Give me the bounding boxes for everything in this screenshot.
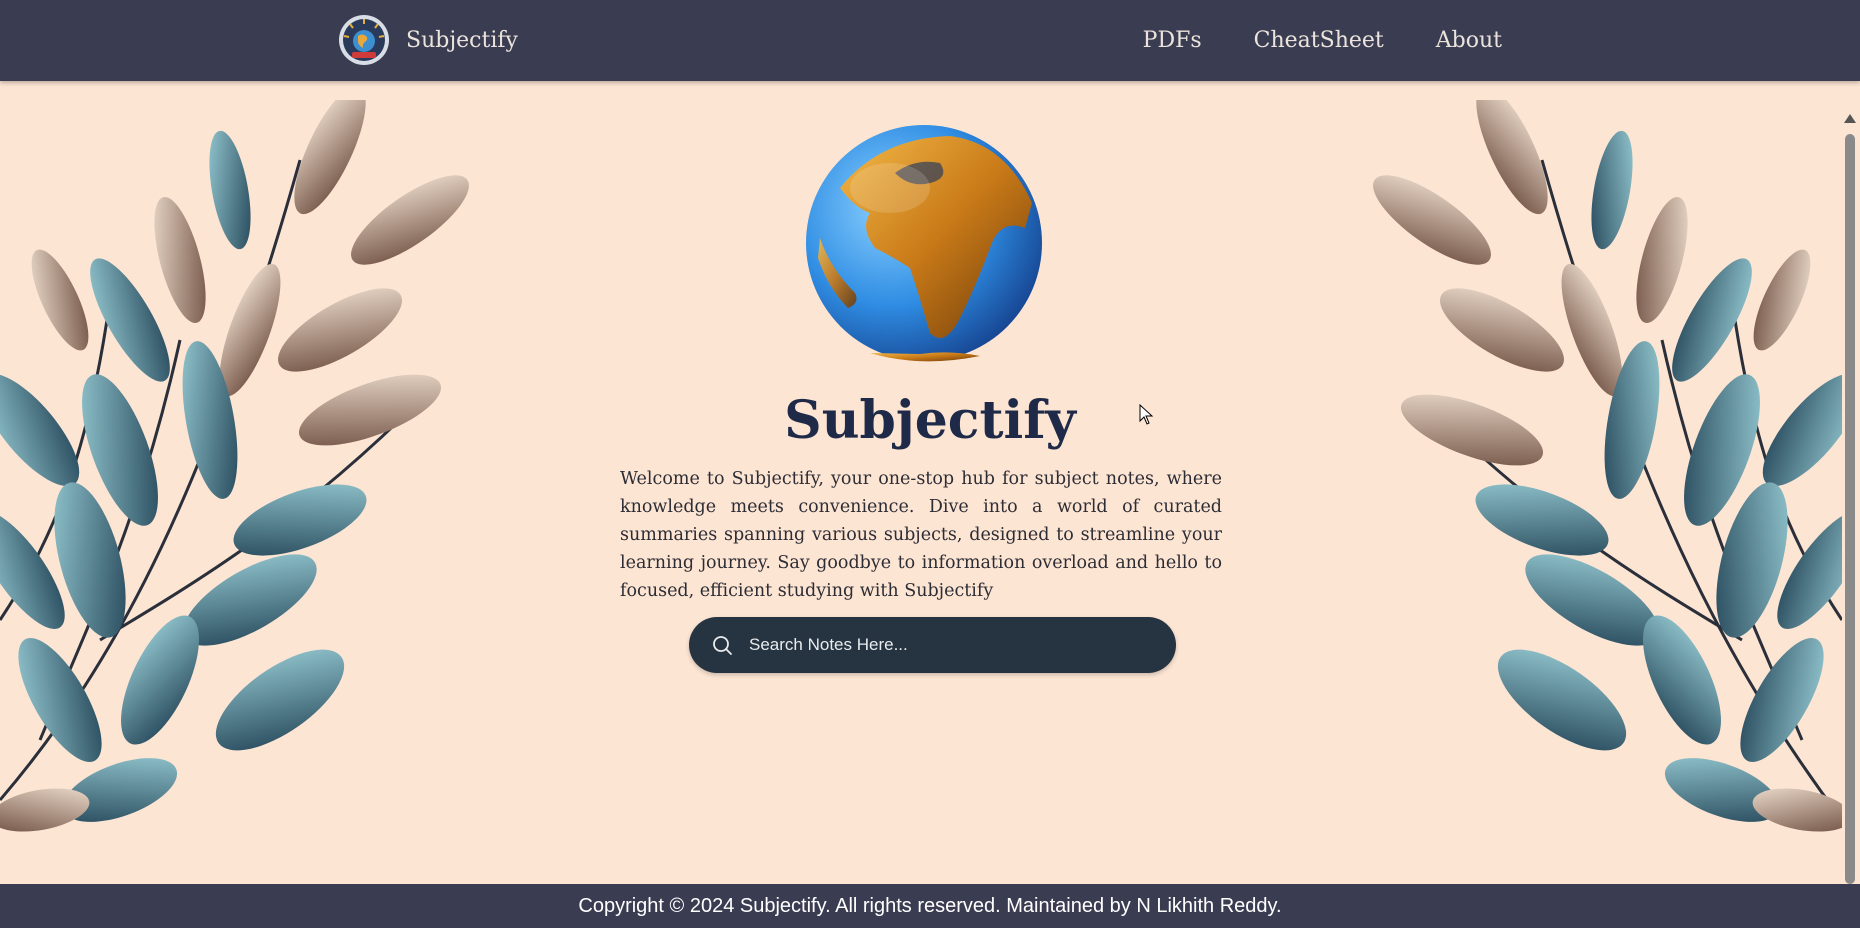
mouse-pointer-icon — [1139, 403, 1155, 426]
search-icon[interactable] — [711, 633, 735, 657]
footer: Copyright © 2024 Subjectify. All rights … — [0, 884, 1860, 928]
search-bar — [689, 617, 1176, 673]
brand-home-link[interactable]: Subjectify — [338, 14, 518, 66]
hero-description: Welcome to Subjectify, your one-stop hub… — [620, 469, 1222, 601]
nav-link-cheatsheet[interactable]: CheatSheet — [1254, 28, 1384, 53]
globe-logo-icon — [338, 14, 390, 66]
nav-link-about[interactable]: About — [1436, 28, 1502, 53]
nav-link-pdfs[interactable]: PDFs — [1143, 28, 1202, 53]
scrollbar-thumb[interactable] — [1845, 134, 1855, 884]
page-scrollbar[interactable] — [1840, 104, 1860, 884]
scroll-up-arrow-icon[interactable] — [1844, 114, 1856, 123]
footer-copyright: Copyright © 2024 Subjectify. All rights … — [578, 894, 1282, 917]
hero-title: Subjectify — [784, 390, 1076, 451]
decorative-leaves-left — [0, 85, 470, 850]
brand-name: Subjectify — [406, 27, 518, 53]
decorative-leaves-right — [1372, 85, 1860, 850]
top-navbar: Subjectify PDFs CheatSheet About — [0, 0, 1860, 81]
search-input[interactable] — [747, 634, 1156, 656]
nav-links: PDFs CheatSheet About — [1091, 0, 1502, 81]
earth-globe-icon — [800, 118, 1048, 368]
